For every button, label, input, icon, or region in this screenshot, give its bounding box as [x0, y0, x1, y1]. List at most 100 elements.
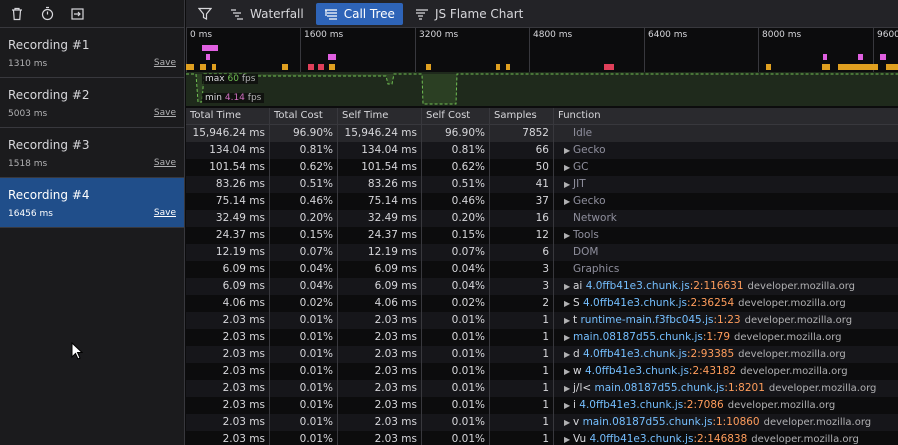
- call-tree-row[interactable]: 75.14 ms 0.46% 75.14 ms 0.46% 37 ▶ Gecko: [186, 193, 898, 210]
- timeline-marker: [880, 54, 886, 60]
- recording-item[interactable]: Recording #3 1518 ms Save: [0, 128, 184, 178]
- timeline-overview[interactable]: 0 ms 1600 ms 3200 ms 4800 ms 6400 ms 8000 ms 9…: [186, 28, 898, 108]
- cell-self-cost: 0.46%: [422, 193, 490, 210]
- cell-samples: 12: [490, 227, 554, 244]
- call-tree-row[interactable]: 24.37 ms 0.15% 24.37 ms 0.15% 12 ▶ Tools: [186, 227, 898, 244]
- cell-self-time: 4.06 ms: [338, 295, 422, 312]
- function-file-link[interactable]: main.08187d55.chunk.js: [573, 331, 703, 343]
- tab-waterfall[interactable]: Waterfall: [222, 3, 312, 25]
- timeline-marker: [282, 64, 288, 70]
- recording-title: Recording #1: [8, 38, 90, 52]
- tab-call-tree[interactable]: Call Tree: [315, 2, 403, 25]
- expand-arrow-icon[interactable]: ▶: [564, 380, 573, 397]
- cell-total-time: 32.49 ms: [186, 210, 270, 227]
- call-tree-row[interactable]: 2.03 ms 0.01% 2.03 ms 0.01% 1 ▶ t runtime-main…: [186, 312, 898, 329]
- cell-self-time: 75.14 ms: [338, 193, 422, 210]
- function-file-link[interactable]: main.08187d55.chunk.js: [595, 382, 725, 394]
- cell-self-cost: 0.51%: [422, 176, 490, 193]
- call-tree-row[interactable]: 2.03 ms 0.01% 2.03 ms 0.01% 1 ▶ w 4.0ffb41e3.c…: [186, 363, 898, 380]
- trash-icon[interactable]: [8, 5, 26, 23]
- save-recording-link[interactable]: Save: [154, 108, 176, 118]
- cell-total-time: 2.03 ms: [186, 363, 270, 380]
- cell-total-cost: 0.01%: [270, 329, 338, 346]
- expand-arrow-icon[interactable]: ▶: [564, 346, 573, 363]
- function-file-link[interactable]: 4.0ffb41e3.chunk.js: [583, 348, 687, 360]
- import-icon[interactable]: [68, 5, 86, 23]
- expand-arrow-icon[interactable]: ▶: [564, 295, 573, 312]
- header-function[interactable]: Function: [554, 108, 898, 125]
- header-self-time[interactable]: Self Time: [338, 108, 422, 125]
- expand-arrow-icon[interactable]: ▶: [564, 397, 573, 414]
- call-tree-row[interactable]: 83.26 ms 0.51% 83.26 ms 0.51% 41 ▶ JIT: [186, 176, 898, 193]
- function-name: t: [573, 314, 578, 326]
- save-recording-link[interactable]: Save: [154, 58, 176, 68]
- recording-item[interactable]: Recording #1 1310 ms Save: [0, 28, 184, 78]
- expand-arrow-icon[interactable]: ▶: [564, 312, 573, 329]
- recording-item[interactable]: Recording #2 5003 ms Save: [0, 78, 184, 128]
- call-tree-row[interactable]: 12.19 ms 0.07% 12.19 ms 0.07% 6 DOM: [186, 244, 898, 261]
- fps-max-label: max 60 fps: [202, 74, 259, 84]
- expand-arrow-icon[interactable]: ▶: [564, 363, 573, 380]
- function-file-link[interactable]: 4.0ffb41e3.chunk.js: [586, 280, 690, 292]
- cell-function: ▶ d 4.0ffb41e3.chunk.js:2:93385 developer.…: [554, 346, 898, 363]
- function-category: Gecko: [573, 195, 606, 207]
- filter-icon[interactable]: [196, 5, 214, 23]
- call-tree-row[interactable]: 101.54 ms 0.62% 101.54 ms 0.62% 50 ▶ GC: [186, 159, 898, 176]
- ruler-tick-label: 1600 ms: [304, 30, 344, 40]
- expand-arrow-icon[interactable]: ▶: [564, 227, 573, 244]
- expand-arrow-icon[interactable]: ▶: [564, 176, 573, 193]
- call-tree-row[interactable]: 2.03 ms 0.01% 2.03 ms 0.01% 1 ▶ i 4.0ffb41e3.c…: [186, 397, 898, 414]
- call-tree-row[interactable]: 15,946.24 ms 96.90% 15,946.24 ms 96.90% 7852…: [186, 125, 898, 142]
- tab-call-tree-label: Call Tree: [343, 6, 395, 21]
- save-recording-link[interactable]: Save: [154, 208, 176, 218]
- function-name: ai: [573, 280, 583, 292]
- cell-self-cost: 0.01%: [422, 312, 490, 329]
- cell-self-cost: 0.04%: [422, 278, 490, 295]
- call-tree-row[interactable]: 2.03 ms 0.01% 2.03 ms 0.01% 1 ▶ d 4.0ffb41e3.c…: [186, 346, 898, 363]
- tab-js-flame-chart[interactable]: JS Flame Chart: [407, 3, 531, 25]
- expand-arrow-icon[interactable]: ▶: [564, 159, 573, 176]
- call-tree-row[interactable]: 6.09 ms 0.04% 6.09 ms 0.04% 3 Graphics: [186, 261, 898, 278]
- call-tree-row[interactable]: 2.03 ms 0.01% 2.03 ms 0.01% 1 ▶ main.08187d55.…: [186, 329, 898, 346]
- expand-arrow-icon[interactable]: ▶: [564, 329, 573, 346]
- cell-self-time: 6.09 ms: [338, 261, 422, 278]
- function-category: JIT: [573, 178, 586, 190]
- header-samples[interactable]: Samples: [490, 108, 554, 125]
- header-self-cost[interactable]: Self Cost: [422, 108, 490, 125]
- ruler-tick-label: 3200 ms: [419, 30, 459, 40]
- header-total-cost[interactable]: Total Cost: [270, 108, 338, 125]
- call-tree-table: Total Time Total Cost Self Time Self Cos…: [186, 108, 898, 445]
- function-file-link[interactable]: 4.0ffb41e3.chunk.js: [589, 433, 693, 445]
- cell-total-time: 75.14 ms: [186, 193, 270, 210]
- call-tree-row[interactable]: 4.06 ms 0.02% 4.06 ms 0.02% 2 ▶ S 4.0ffb41e3.c…: [186, 295, 898, 312]
- function-file-link[interactable]: 4.0ffb41e3.chunk.js: [585, 365, 689, 377]
- timeline-marker: [823, 54, 827, 60]
- function-file-link[interactable]: 4.0ffb41e3.chunk.js: [583, 297, 687, 309]
- save-recording-link[interactable]: Save: [154, 158, 176, 168]
- call-tree-row[interactable]: 32.49 ms 0.20% 32.49 ms 0.20% 16 Network: [186, 210, 898, 227]
- cell-total-time: 6.09 ms: [186, 261, 270, 278]
- cell-self-cost: 0.01%: [422, 380, 490, 397]
- call-tree-row[interactable]: 2.03 ms 0.01% 2.03 ms 0.01% 1 ▶ j/l< main.0818…: [186, 380, 898, 397]
- recording-item[interactable]: Recording #4 16456 ms Save: [0, 178, 184, 228]
- function-file-link[interactable]: 4.0ffb41e3.chunk.js: [579, 399, 683, 411]
- expand-arrow-icon[interactable]: ▶: [564, 414, 573, 431]
- function-file-link[interactable]: main.08187d55.chunk.js: [583, 416, 713, 428]
- call-tree-row[interactable]: 2.03 ms 0.01% 2.03 ms 0.01% 1 ▶ v main.08187d5…: [186, 414, 898, 431]
- recording-list: Recording #1 1310 ms Save Recording #2 5003 …: [0, 28, 184, 228]
- cell-total-time: 24.37 ms: [186, 227, 270, 244]
- stopwatch-icon[interactable]: [38, 5, 56, 23]
- expand-arrow-icon[interactable]: ▶: [564, 431, 573, 445]
- expand-arrow-icon[interactable]: ▶: [564, 278, 573, 295]
- expand-arrow-icon[interactable]: ▶: [564, 193, 573, 210]
- expand-arrow-icon[interactable]: ▶: [564, 142, 573, 159]
- function-file-link[interactable]: runtime-main.f3fbc045.js: [580, 314, 713, 326]
- header-total-time[interactable]: Total Time: [186, 108, 270, 125]
- call-tree-row[interactable]: 134.04 ms 0.81% 134.04 ms 0.81% 66 ▶ Gecko: [186, 142, 898, 159]
- fps-min-label: min 4.14 fps: [202, 93, 265, 103]
- call-tree-row[interactable]: 6.09 ms 0.04% 6.09 ms 0.04% 3 ▶ ai 4.0ffb41e3.…: [186, 278, 898, 295]
- call-tree-row[interactable]: 2.03 ms 0.01% 2.03 ms 0.01% 1 ▶ Vu 4.0ffb41e3.…: [186, 431, 898, 445]
- cell-total-time: 2.03 ms: [186, 431, 270, 445]
- cell-self-cost: 0.81%: [422, 142, 490, 159]
- cell-self-cost: 0.07%: [422, 244, 490, 261]
